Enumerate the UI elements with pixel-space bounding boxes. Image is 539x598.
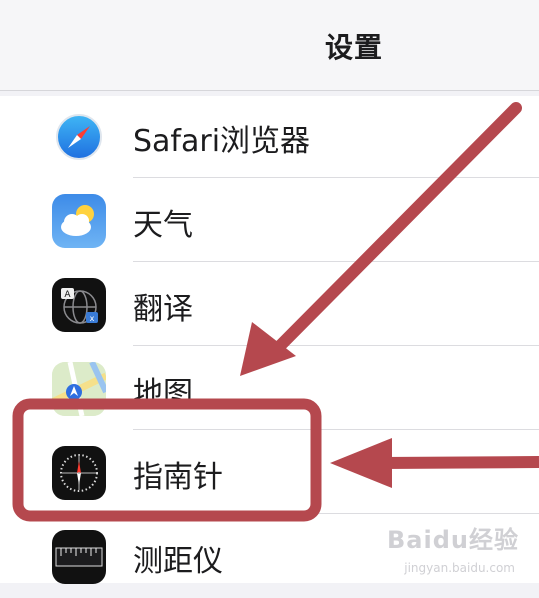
list-item-maps[interactable]: 地图 [0, 346, 539, 430]
watermark-url: jingyan.baidu.com [404, 561, 515, 575]
list-item-compass[interactable]: 指南针 [0, 430, 539, 514]
maps-icon [52, 362, 106, 416]
list-item-label: 翻译 [133, 292, 193, 327]
svg-text:A: A [64, 290, 71, 300]
list-item-label: 测距仪 [133, 544, 223, 579]
list-item-label: 地图 [133, 376, 193, 411]
weather-icon [52, 194, 106, 248]
safari-icon [52, 110, 106, 164]
list-item-label: Safari浏览器 [133, 124, 311, 159]
compass-icon [52, 446, 106, 500]
page-title: 设置 [324, 31, 383, 64]
list-item-label: 指南针 [133, 460, 223, 495]
settings-app-list: Safari浏览器 天气 A x 翻译 地图 指南针 测距仪 [0, 94, 539, 584]
navigation-bar: 设置 [0, 0, 539, 91]
watermark: Baidu经验 [387, 526, 519, 554]
list-item-weather[interactable]: 天气 [0, 178, 539, 262]
svg-text:x: x [90, 314, 95, 323]
list-item-safari[interactable]: Safari浏览器 [0, 94, 539, 178]
list-item-label: 天气 [133, 208, 193, 243]
measure-icon [52, 530, 106, 584]
list-item-translate[interactable]: A x 翻译 [0, 262, 539, 346]
translate-icon: A x [52, 278, 106, 332]
